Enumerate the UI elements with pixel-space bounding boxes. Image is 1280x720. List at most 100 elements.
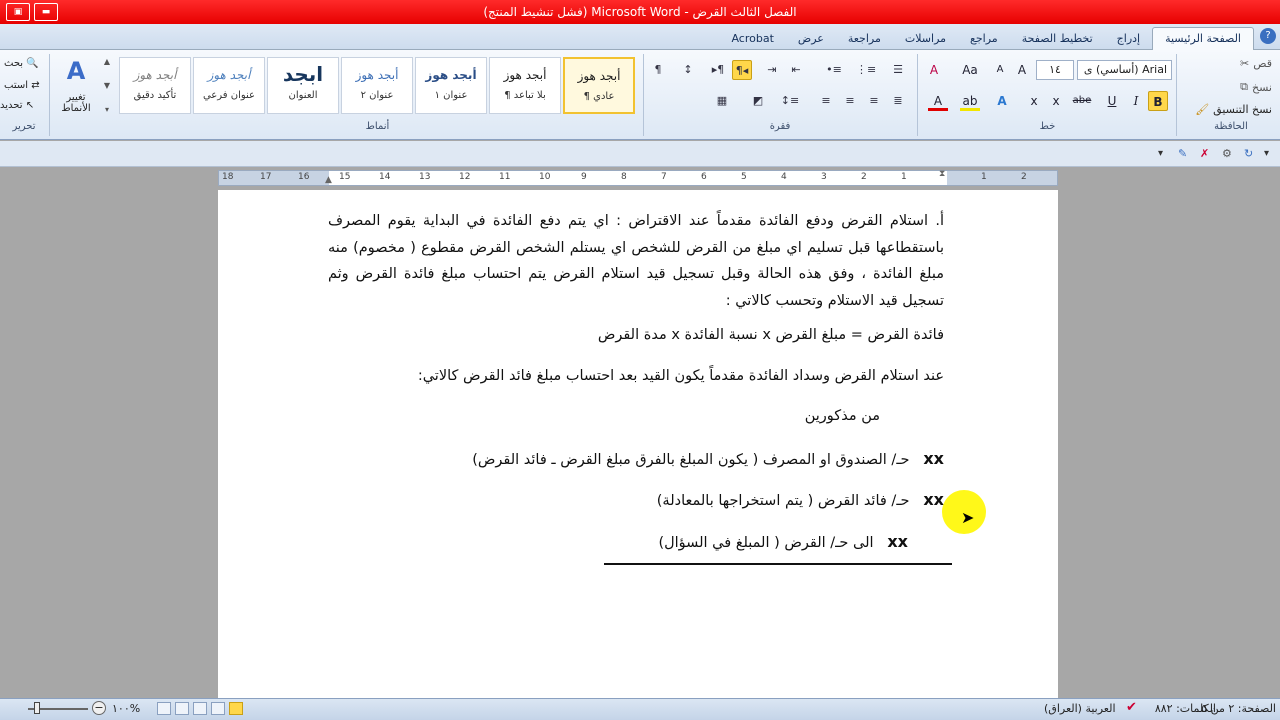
full-screen-view-icon[interactable] bbox=[211, 702, 225, 715]
font-size-select[interactable]: ١٤ bbox=[1036, 60, 1074, 80]
tab-home[interactable]: الصفحة الرئيسية bbox=[1152, 27, 1254, 50]
subscript-button[interactable]: x bbox=[1046, 91, 1066, 111]
web-layout-view-icon[interactable] bbox=[193, 702, 207, 715]
change-styles-label[interactable]: تغيير الأنماط bbox=[52, 92, 100, 114]
journal-entry[interactable]: xx الى حـ/ القرض ( المبلغ في السؤال) bbox=[658, 532, 908, 551]
journal-header[interactable]: من مذكورين bbox=[805, 408, 880, 424]
style-normal[interactable]: أبجد هوز ¶ عادي bbox=[563, 57, 635, 114]
refresh-icon[interactable]: ↻ bbox=[1244, 147, 1253, 160]
style-name: ¶ عادي bbox=[583, 91, 615, 102]
tab-insert[interactable]: إدراج bbox=[1105, 28, 1152, 50]
change-styles-icon[interactable]: A bbox=[58, 57, 94, 87]
horizontal-ruler[interactable]: 18 17 16 15 14 13 12 11 10 9 8 7 6 5 4 3… bbox=[218, 169, 1058, 186]
superscript-button[interactable]: x bbox=[1024, 91, 1044, 111]
replace-button[interactable]: ⇄ استب bbox=[4, 80, 40, 91]
numbering-icon[interactable]: ⋮≡ bbox=[856, 60, 876, 80]
format-painter-button[interactable]: نسخ التنسيق 🖌 bbox=[1195, 103, 1272, 116]
journal-entry[interactable]: xx حـ/ فائد القرض ( يتم استخراجها بالمعا… bbox=[657, 490, 944, 509]
customize-icon[interactable]: ▾ bbox=[1158, 148, 1163, 159]
bold-button[interactable]: B bbox=[1148, 91, 1168, 111]
document-page[interactable]: أ. استلام القرض ودفع الفائدة مقدماً عند … bbox=[218, 190, 1058, 700]
style-subtle-emphasis[interactable]: أبجد هوز تأكيد دقيق bbox=[119, 57, 191, 114]
font-color-button[interactable]: A bbox=[928, 91, 948, 111]
align-right-icon[interactable]: ≡ bbox=[816, 91, 836, 111]
chevron-up-icon[interactable]: ▲ bbox=[100, 57, 114, 66]
clear-format-button[interactable]: A bbox=[924, 60, 944, 80]
ltr-direction-icon[interactable]: ▸¶ bbox=[708, 60, 728, 80]
tools-icon[interactable]: ⚙ bbox=[1222, 147, 1232, 160]
left-indent-marker[interactable]: ▲ bbox=[325, 175, 332, 185]
style-name: عنوان ٢ bbox=[360, 90, 394, 101]
formula-line[interactable]: فائدة القرض = مبلغ القرض x نسبة الفائدة … bbox=[598, 327, 944, 343]
track-icon[interactable]: ✗ bbox=[1200, 147, 1209, 160]
text-effects-button[interactable]: A bbox=[992, 91, 1012, 111]
align-justify-icon[interactable]: ≣ bbox=[888, 91, 908, 111]
word-count[interactable]: الكلمات: ٨٨٢ bbox=[1155, 702, 1216, 715]
window-menu-icon[interactable]: ▣ bbox=[6, 3, 30, 21]
show-marks-button[interactable]: ¶ bbox=[648, 60, 668, 80]
right-indent-marker[interactable]: ⧗ bbox=[939, 169, 945, 179]
help-icon[interactable]: ? bbox=[1260, 28, 1276, 44]
increase-indent-icon[interactable]: ⇥ bbox=[762, 60, 782, 80]
styles-gallery-scroll[interactable]: ▲ ▼ ▾ bbox=[100, 57, 114, 114]
style-title[interactable]: ابجد العنوان bbox=[267, 57, 339, 114]
body-paragraph[interactable]: عند استلام القرض وسداد الفائدة مقدماً يك… bbox=[418, 368, 944, 384]
borders-icon[interactable]: ▦ bbox=[712, 91, 732, 111]
change-case-button[interactable]: Aa bbox=[960, 60, 980, 80]
align-left-icon[interactable]: ≡ bbox=[840, 91, 860, 111]
tab-review[interactable]: مراجعة bbox=[836, 28, 893, 50]
language-indicator[interactable]: العربية (العراق) bbox=[1044, 702, 1116, 715]
ruler-tick: 12 bbox=[459, 172, 471, 182]
tab-page-layout[interactable]: تخطيط الصفحة bbox=[1010, 28, 1105, 50]
tab-mailings[interactable]: مراسلات bbox=[893, 28, 958, 50]
shrink-font-button[interactable]: A bbox=[990, 60, 1010, 80]
minimize-icon[interactable]: ▬ bbox=[34, 3, 58, 21]
style-no-spacing[interactable]: أبجد هوز ¶ بلا تباعد bbox=[489, 57, 561, 114]
more-icon[interactable]: ▾ bbox=[100, 105, 114, 114]
select-button[interactable]: ↖ تحديد bbox=[0, 100, 34, 111]
zoom-slider-thumb[interactable] bbox=[34, 702, 40, 714]
strikethrough-button[interactable]: abe bbox=[1072, 91, 1092, 111]
ruler-tick: 8 bbox=[621, 172, 627, 182]
cut-button[interactable]: قص ✂ bbox=[1240, 57, 1272, 70]
grow-font-button[interactable]: A bbox=[1012, 60, 1032, 80]
tab-view[interactable]: عرض bbox=[786, 28, 836, 50]
style-subtitle[interactable]: أبجد هوز عنوان فرعي bbox=[193, 57, 265, 114]
tab-references[interactable]: مراجع bbox=[958, 28, 1010, 50]
chevron-down-icon[interactable]: ▾ bbox=[1264, 148, 1269, 159]
edit-icon[interactable]: ✎ bbox=[1178, 147, 1187, 160]
journal-entry[interactable]: xx حـ/ الصندوق او المصرف ( يكون المبلغ ب… bbox=[472, 449, 944, 468]
shading-icon[interactable]: ◩ bbox=[748, 91, 768, 111]
outline-view-icon[interactable] bbox=[175, 702, 189, 715]
draft-view-icon[interactable] bbox=[157, 702, 171, 715]
rtl-direction-icon[interactable]: ¶◂ bbox=[732, 60, 752, 80]
highlight-button[interactable]: ab bbox=[960, 91, 980, 111]
chevron-down-icon[interactable]: ▼ bbox=[100, 81, 114, 90]
copy-button[interactable]: نسخ ⧉ bbox=[1240, 80, 1272, 94]
ruler-tick: 15 bbox=[339, 172, 351, 182]
print-layout-view-icon[interactable] bbox=[229, 702, 243, 715]
proofing-icon[interactable]: ✔ bbox=[1126, 700, 1137, 715]
bullets-icon[interactable]: •≡ bbox=[824, 60, 844, 80]
zoom-level[interactable]: %١٠٠ bbox=[112, 702, 140, 715]
cut-label: قص bbox=[1253, 57, 1272, 70]
style-heading-2[interactable]: أبجد هوز عنوان ٢ bbox=[341, 57, 413, 114]
copy-icon: ⧉ bbox=[1240, 80, 1249, 93]
underline-button[interactable]: U bbox=[1102, 91, 1122, 111]
body-paragraph[interactable]: أ. استلام القرض ودفع الفائدة مقدماً عند … bbox=[328, 208, 944, 314]
multilevel-list-icon[interactable]: ☰ bbox=[888, 60, 908, 80]
italic-button[interactable]: I bbox=[1126, 91, 1146, 111]
tab-acrobat[interactable]: Acrobat bbox=[719, 28, 785, 50]
line-spacing-icon[interactable]: ↕≡ bbox=[780, 91, 800, 111]
sort-icon[interactable]: ↕ bbox=[678, 60, 698, 80]
ruler-tick: 17 bbox=[260, 172, 272, 182]
ruler-margin-left bbox=[219, 171, 329, 185]
style-name: العنوان bbox=[288, 90, 318, 101]
font-name-select[interactable]: Arial (أساسي) ى bbox=[1077, 60, 1172, 80]
align-center-icon[interactable]: ≡ bbox=[864, 91, 884, 111]
decrease-indent-icon[interactable]: ⇤ bbox=[786, 60, 806, 80]
zoom-out-button[interactable]: − bbox=[92, 701, 106, 715]
find-button[interactable]: 🔍 بحث bbox=[4, 58, 39, 69]
style-heading-1[interactable]: أبجد هوز عنوان ١ bbox=[415, 57, 487, 114]
style-name: تأكيد دقيق bbox=[133, 90, 177, 101]
